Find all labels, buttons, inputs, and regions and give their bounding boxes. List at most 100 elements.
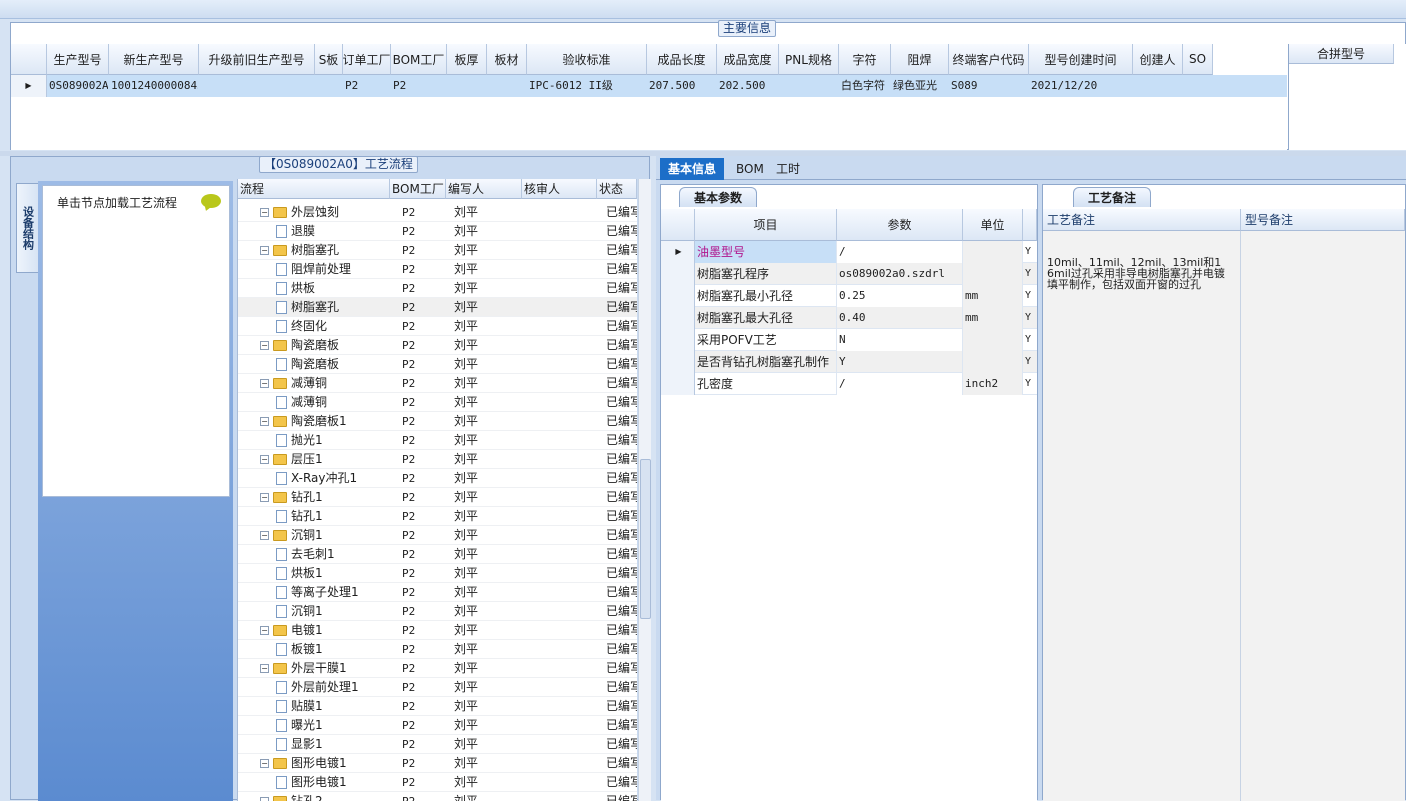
tree-node[interactable]: X-Ray冲孔1	[276, 469, 390, 488]
tree-row[interactable]: 钻孔1 P2 刘平 已编写	[238, 507, 637, 526]
tree-row[interactable]: 烘板 P2 刘平 已编写	[238, 279, 637, 298]
tab-bom[interactable]: BOM	[728, 158, 772, 180]
param-value[interactable]: 0.40	[837, 307, 963, 329]
collapse-icon[interactable]: −	[260, 759, 269, 768]
param-row[interactable]: 树脂塞孔最大孔径 0.40 mm Y	[661, 307, 1037, 329]
tree-row[interactable]: 贴膜1 P2 刘平 已编写	[238, 697, 637, 716]
collapse-icon[interactable]: −	[260, 208, 269, 217]
basic-params-tab[interactable]: 基本参数	[679, 187, 758, 207]
param-value[interactable]: Y	[837, 351, 963, 373]
tree-row[interactable]: 终固化 P2 刘平 已编写	[238, 317, 637, 336]
tree-row[interactable]: − 图形电镀1 P2 刘平 已编写	[238, 754, 637, 773]
column-header[interactable]: 板材	[487, 44, 527, 75]
column-header[interactable]: 创建人	[1133, 44, 1183, 75]
tree-row[interactable]: − 陶瓷磨板 P2 刘平 已编写	[238, 336, 637, 355]
tree-row[interactable]: − 沉铜1 P2 刘平 已编写	[238, 526, 637, 545]
tree-node[interactable]: 烘板1	[276, 564, 390, 583]
side-tab-equipment-structure[interactable]: 设备结构	[16, 183, 38, 273]
collapse-icon[interactable]: −	[260, 531, 269, 540]
tree-row[interactable]: 沉铜1 P2 刘平 已编写	[238, 602, 637, 621]
param-row[interactable]: 孔密度 / inch2 Y	[661, 373, 1037, 395]
param-value[interactable]: N	[837, 329, 963, 351]
note-cell[interactable]: 10mil、11mil、12mil、13mil和16mil过孔采用非导电树脂塞孔…	[1043, 231, 1241, 801]
tree-node[interactable]: 退膜	[276, 222, 390, 241]
column-header[interactable]: 成品长度	[647, 44, 717, 75]
tree-node[interactable]: 去毛刺1	[276, 545, 390, 564]
tree-column-header[interactable]: 编写人	[446, 179, 522, 199]
tree-row[interactable]: 烘板1 P2 刘平 已编写	[238, 564, 637, 583]
process-tree-grid[interactable]: 流程BOM工厂编写人核审人状态−外层蚀刻P2刘平已编写退膜P2刘平已编写−树脂塞…	[237, 179, 637, 801]
params-grid[interactable]: 项目 参数 单位 ▶ 油墨型号 / Y 树脂塞孔程序 os089002a0.szdrl Y 树脂塞孔…	[661, 209, 1037, 801]
tree-node[interactable]: 抛光1	[276, 431, 390, 450]
param-column-header[interactable]: 参数	[837, 209, 963, 241]
collapse-icon[interactable]: −	[260, 797, 269, 801]
tree-node[interactable]: 曝光1	[276, 716, 390, 735]
scrollbar-thumb[interactable]	[640, 459, 651, 619]
param-row[interactable]: 树脂塞孔最小孔径 0.25 mm Y	[661, 285, 1037, 307]
tree-node[interactable]: − 减薄铜	[260, 374, 390, 393]
collapse-icon[interactable]: −	[260, 341, 269, 350]
tree-column-header[interactable]: BOM工厂	[390, 179, 446, 199]
tree-row[interactable]: 等离子处理1 P2 刘平 已编写	[238, 583, 637, 602]
tree-node[interactable]: − 钻孔1	[260, 488, 390, 507]
tree-node[interactable]: − 电镀1	[260, 621, 390, 640]
note-grid[interactable]: 工艺备注 型号备注 10mil、11mil、12mil、13mil和16mil过…	[1043, 209, 1405, 801]
tree-row[interactable]: − 电镀1 P2 刘平 已编写	[238, 621, 637, 640]
param-row[interactable]: ▶ 油墨型号 / Y	[661, 241, 1037, 263]
tree-node[interactable]: 阻焊前处理	[276, 260, 390, 279]
column-header[interactable]: 订单工厂	[343, 44, 391, 75]
param-row[interactable]: 采用POFV工艺 N Y	[661, 329, 1037, 351]
param-value[interactable]: 0.25	[837, 285, 963, 307]
model-grid[interactable]: 生产型号 新生产型号 升级前旧生产型号 S板 订单工厂 BOM工厂 板厚 板材 验收标准 成品长度…	[11, 44, 1287, 150]
tree-node[interactable]: 贴膜1	[276, 697, 390, 716]
tree-node[interactable]: − 外层蚀刻	[260, 203, 390, 222]
column-header[interactable]: 终端客户代码	[949, 44, 1029, 75]
tree-row[interactable]: 去毛刺1 P2 刘平 已编写	[238, 545, 637, 564]
tree-row[interactable]: 陶瓷磨板 P2 刘平 已编写	[238, 355, 637, 374]
tree-row[interactable]: − 外层干膜1 P2 刘平 已编写	[238, 659, 637, 678]
process-note-tab[interactable]: 工艺备注	[1073, 187, 1152, 207]
tree-node[interactable]: 等离子处理1	[276, 583, 390, 602]
tree-row[interactable]: X-Ray冲孔1 P2 刘平 已编写	[238, 469, 637, 488]
param-value[interactable]: /	[837, 241, 963, 263]
tree-column-header[interactable]: 流程	[238, 179, 390, 199]
tree-row[interactable]: − 减薄铜 P2 刘平 已编写	[238, 374, 637, 393]
tree-node[interactable]: − 树脂塞孔	[260, 241, 390, 260]
tree-node[interactable]: 外层前处理1	[276, 678, 390, 697]
tree-column-header[interactable]: 状态	[597, 179, 637, 199]
tree-row[interactable]: 减薄铜 P2 刘平 已编写	[238, 393, 637, 412]
tree-row[interactable]: 树脂塞孔 P2 刘平 已编写	[238, 298, 637, 317]
param-value[interactable]: /	[837, 373, 963, 395]
tree-node[interactable]: − 陶瓷磨板1	[260, 412, 390, 431]
nav-card[interactable]: 单击节点加载工艺流程	[42, 185, 230, 497]
param-column-header[interactable]: 项目	[695, 209, 837, 241]
tree-row[interactable]: 退膜 P2 刘平 已编写	[238, 222, 637, 241]
column-header[interactable]: 成品宽度	[717, 44, 779, 75]
tree-row[interactable]: 板镀1 P2 刘平 已编写	[238, 640, 637, 659]
tree-node[interactable]: 图形电镀1	[276, 773, 390, 792]
param-value[interactable]: os089002a0.szdrl	[837, 263, 963, 285]
tree-row[interactable]: − 钻孔1 P2 刘平 已编写	[238, 488, 637, 507]
column-header[interactable]: SO	[1183, 44, 1213, 75]
column-header[interactable]: 验收标准	[527, 44, 647, 75]
column-header[interactable]: S板	[315, 44, 343, 75]
param-row[interactable]: 是否背钻孔树脂塞孔制作 Y Y	[661, 351, 1037, 373]
tab-basic-info[interactable]: 基本信息	[660, 158, 725, 180]
tree-row[interactable]: 图形电镀1 P2 刘平 已编写	[238, 773, 637, 792]
collapse-icon[interactable]: −	[260, 246, 269, 255]
tree-node[interactable]: − 外层干膜1	[260, 659, 390, 678]
collapse-icon[interactable]: −	[260, 626, 269, 635]
tree-node[interactable]: 显影1	[276, 735, 390, 754]
tree-node[interactable]: − 图形电镀1	[260, 754, 390, 773]
collapse-icon[interactable]: −	[260, 664, 269, 673]
tree-node[interactable]: 树脂塞孔	[276, 298, 390, 317]
column-header[interactable]: BOM工厂	[391, 44, 447, 75]
tree-node[interactable]: 陶瓷磨板	[276, 355, 390, 374]
tree-node[interactable]: − 层压1	[260, 450, 390, 469]
tree-node[interactable]: 板镀1	[276, 640, 390, 659]
column-header[interactable]: 字符	[839, 44, 891, 75]
column-header[interactable]: 新生产型号	[109, 44, 199, 75]
tree-row[interactable]: 阻焊前处理 P2 刘平 已编写	[238, 260, 637, 279]
tree-row[interactable]: 曝光1 P2 刘平 已编写	[238, 716, 637, 735]
tree-row[interactable]: 外层前处理1 P2 刘平 已编写	[238, 678, 637, 697]
